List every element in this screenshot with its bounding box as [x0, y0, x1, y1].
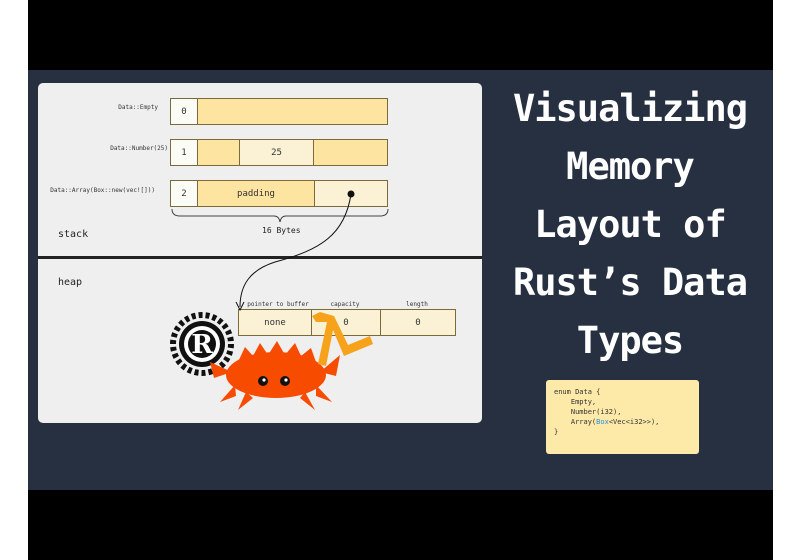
rust-logo-icon: R [170, 312, 234, 376]
title-line-3: Layout of [534, 203, 726, 246]
svg-text:R: R [191, 330, 213, 360]
title-line-2: Memory [566, 145, 695, 188]
title-line-4: Rust’s Data [512, 261, 748, 304]
lambda-icon [312, 312, 373, 366]
title-line-1: Visualizing [512, 87, 748, 130]
code-box-keyword: Box [596, 418, 609, 426]
code-line-4-post: <Vec<i32>>), [608, 418, 660, 426]
code-line-4-pre: Array( [554, 418, 597, 426]
enum-code-snippet: enum Data { Empty, Number(i32), Array(Bo… [546, 380, 699, 454]
pointer-arrow [239, 193, 352, 308]
code-line-3: Number(i32), [554, 408, 622, 416]
code-line-2: Empty, [554, 398, 597, 406]
code-line-1: enum Data { [554, 388, 601, 396]
code-line-4: Array(Box<Vec<i32>>), [554, 417, 699, 427]
size-brace [171, 208, 389, 223]
title-line-5: Types [576, 319, 684, 362]
code-line-5: } [554, 428, 559, 436]
video-title: Visualizing Memory Layout of Rust’s Data… [490, 80, 770, 370]
